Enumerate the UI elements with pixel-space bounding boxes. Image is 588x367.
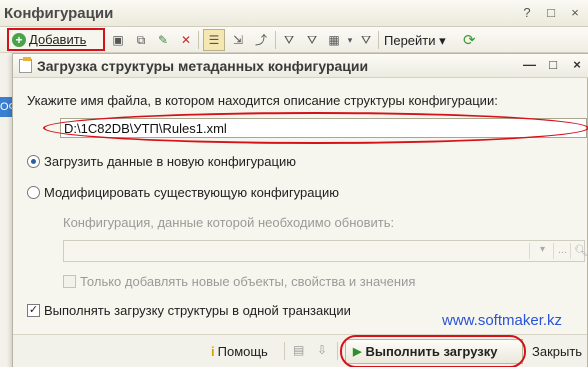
tree-view-icon: ☰	[208, 33, 220, 47]
footer-separator	[337, 342, 338, 360]
run-load-button[interactable]: ▶ Выполнить загрузку	[345, 339, 523, 364]
run-load-label: Выполнить загрузку	[365, 344, 498, 359]
file-path-input[interactable]	[60, 118, 587, 138]
only-add-new-checkbox[interactable]	[63, 275, 76, 288]
dialog-window-controls: — □ ×	[523, 57, 583, 72]
filter-list-icon[interactable]: ▦	[326, 32, 342, 48]
background-titlebar: Конфигурации ? □ ×	[0, 0, 588, 27]
filter-by-value-icon[interactable]: ⛛	[304, 32, 320, 48]
background-window-title: Конфигурации	[4, 5, 114, 22]
option-modify-config[interactable]: Модифицировать существующую конфигурацию	[27, 185, 339, 200]
close-button[interactable]: Закрыть	[532, 344, 582, 359]
background-toolbar: + Добавить ▣ ⧉ ✎ ✕ ☰ ⇲ ⤴ ⛛ ⛛ ▦ ▾ ⛛ Перей…	[0, 27, 588, 53]
add-button[interactable]: + Добавить	[7, 28, 105, 51]
single-transaction-option[interactable]: ✓ Выполнять загрузку структуры в одной т…	[27, 303, 351, 318]
dropdown-arrow-icon[interactable]: ▾	[540, 244, 545, 255]
save-settings-icon[interactable]: ▤	[293, 343, 304, 357]
select-browse-button[interactable]: ...	[558, 244, 567, 256]
background-window-controls: ? □ ×	[520, 5, 582, 20]
help-icon: i	[211, 344, 215, 359]
edit-pencil-icon[interactable]: ✎	[155, 32, 171, 48]
select-separator	[553, 243, 554, 259]
copy-icon[interactable]: ⧉	[133, 32, 149, 48]
radio-new-config[interactable]	[27, 155, 40, 168]
toolbar-separator	[275, 31, 276, 49]
file-prompt-label: Укажите имя файла, в котором находится о…	[27, 93, 498, 108]
search-icon[interactable]: 🔍︎	[574, 244, 588, 257]
help-window-button[interactable]: ?	[520, 5, 534, 20]
restore-settings-icon[interactable]: ⇩	[317, 343, 327, 357]
dialog-title: Загрузка структуры метаданных конфигурац…	[37, 58, 369, 74]
goto-menu-button[interactable]: Перейти ▾	[384, 33, 446, 49]
toolbar-separator	[198, 31, 199, 49]
config-to-update-select[interactable]: ▾ ... 🔍︎	[63, 240, 588, 262]
delete-icon[interactable]: ✕	[178, 32, 194, 48]
minimize-button[interactable]: —	[523, 57, 536, 72]
single-transaction-checkbox[interactable]: ✓	[27, 304, 40, 317]
dialog-titlebar: Загрузка структуры метаданных конфигурац…	[13, 54, 588, 78]
goto-label: Перейти	[384, 33, 436, 48]
up-level-icon[interactable]: ⤴	[253, 32, 269, 48]
background-list-selected-item[interactable]: ОФ	[0, 97, 12, 117]
option-new-config-label: Загрузить данные в новую конфигурацию	[44, 154, 296, 169]
move-to-group-icon[interactable]: ⇲	[230, 32, 246, 48]
single-transaction-label: Выполнять загрузку структуры в одной тра…	[44, 303, 351, 318]
footer-separator	[284, 342, 285, 360]
chevron-down-icon: ▾	[439, 33, 446, 48]
config-to-update-label: Конфигурация, данные которой необходимо …	[63, 215, 395, 230]
radio-modify-config[interactable]	[27, 186, 40, 199]
maximize-window-button[interactable]: □	[544, 5, 558, 20]
select-separator	[570, 243, 571, 259]
clear-filter-icon[interactable]: ⛛	[358, 32, 374, 48]
form-icon	[19, 57, 32, 73]
help-button[interactable]: i Помощь	[211, 344, 268, 359]
add-button-label: Добавить	[29, 32, 87, 47]
only-add-new-label: Только добавлять новые объекты, свойства…	[80, 274, 416, 289]
help-label: Помощь	[217, 344, 268, 359]
add-folder-icon[interactable]: ▣	[110, 32, 126, 48]
option-modify-config-label: Модифицировать существующую конфигурацию	[44, 185, 339, 200]
toolbar-separator	[378, 31, 379, 49]
only-add-new-option[interactable]: Только добавлять новые объекты, свойства…	[63, 274, 415, 289]
add-plus-icon: +	[12, 32, 26, 47]
load-metadata-dialog: Загрузка структуры метаданных конфигурац…	[12, 53, 588, 367]
close-window-button[interactable]: ×	[568, 5, 582, 20]
refresh-icon[interactable]: ⟳	[463, 31, 476, 49]
option-new-config[interactable]: Загрузить данные в новую конфигурацию	[27, 154, 296, 169]
filter-dropdown-icon[interactable]: ▾	[342, 32, 358, 48]
select-separator	[529, 243, 530, 259]
close-dialog-button[interactable]: ×	[571, 57, 583, 72]
play-icon: ▶	[353, 346, 362, 358]
filter-icon[interactable]: ⛛	[281, 32, 297, 48]
website-watermark: www.softmaker.kz	[442, 312, 563, 329]
maximize-button[interactable]: □	[547, 57, 559, 72]
dialog-footer: i Помощь ▤ ⇩ ▶ Выполнить загрузку Закрыт…	[13, 334, 587, 367]
